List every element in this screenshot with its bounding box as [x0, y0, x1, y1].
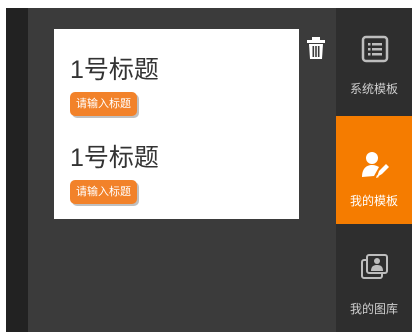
template-list-icon — [360, 34, 390, 64]
gallery-icon — [360, 252, 390, 282]
sidebar-item-label: 系统模板 — [349, 82, 398, 96]
block-heading: 1号标题 — [70, 144, 159, 172]
left-dark-strip — [6, 8, 28, 332]
title-block[interactable]: 1号标题 请输入标题 — [70, 55, 159, 116]
sidebar-item-system-templates[interactable]: 系统模板 — [336, 8, 412, 116]
sidebar-item-label: 我的模板 — [349, 194, 398, 208]
title-input-button[interactable]: 请输入标题 — [70, 180, 137, 204]
sidebar-item-my-templates[interactable]: 我的模板 — [336, 116, 412, 224]
trash-icon[interactable] — [306, 36, 326, 60]
sidebar-item-label: 我的图库 — [349, 302, 398, 316]
title-input-button[interactable]: 请输入标题 — [70, 92, 137, 116]
block-heading: 1号标题 — [70, 56, 159, 84]
template-sidebar: 系统模板 我的模板 我的图库 — [336, 8, 412, 332]
title-block[interactable]: 1号标题 请输入标题 — [70, 143, 159, 204]
right-border — [412, 0, 417, 332]
user-edit-icon — [360, 150, 390, 180]
app-frame: 1号标题 请输入标题 1号标题 请输入标题 系统模板 我的模板 我的图库 — [0, 0, 417, 332]
template-card[interactable]: 1号标题 请输入标题 1号标题 请输入标题 — [54, 29, 299, 219]
sidebar-item-my-gallery[interactable]: 我的图库 — [336, 224, 412, 332]
